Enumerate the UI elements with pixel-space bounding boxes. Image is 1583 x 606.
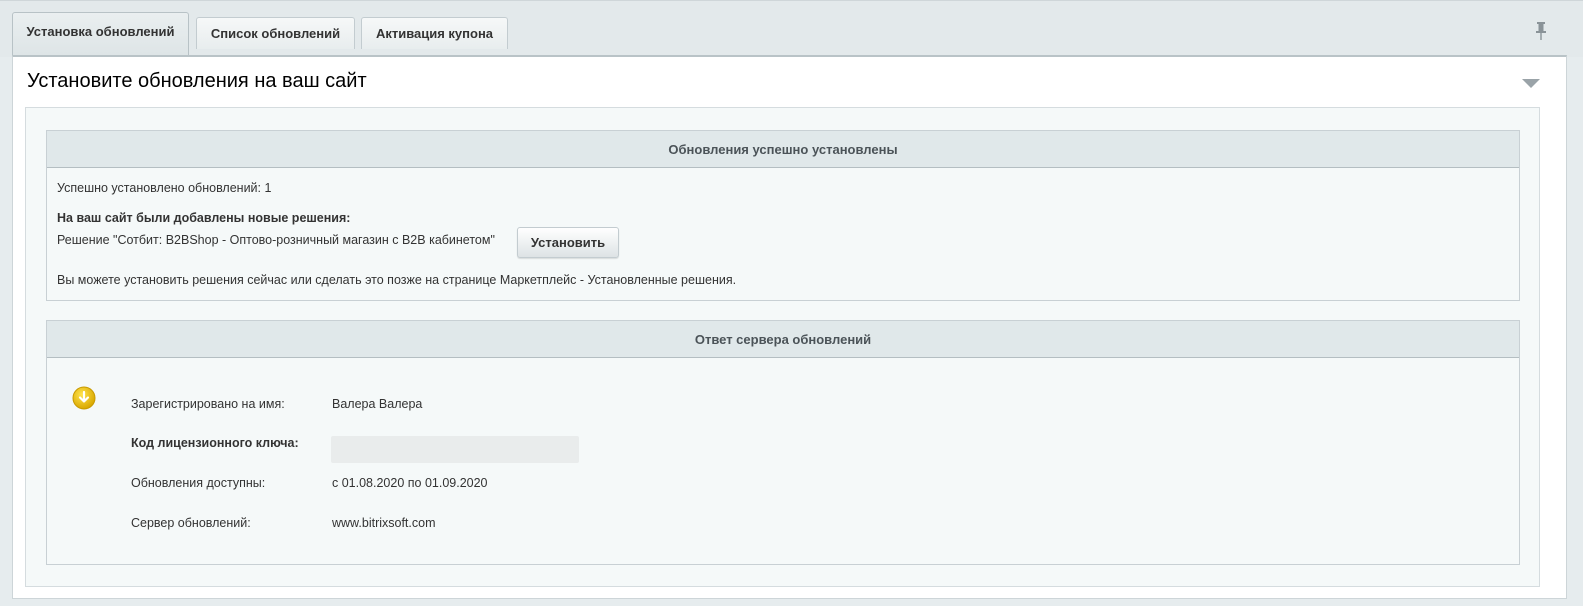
server-box-header: Ответ сервера обновлений (47, 321, 1519, 358)
solution-text: Решение "Сотбит: B2BShop - Оптово-рознич… (57, 233, 495, 247)
new-solutions-heading: На ваш сайт были добавлены новые решения… (57, 211, 351, 225)
update-server-value: www.bitrixsoft.com (332, 516, 436, 530)
update-server-label: Сервер обновлений: (131, 516, 251, 530)
collapse-arrow-icon[interactable] (1521, 76, 1541, 90)
install-button[interactable]: Установить (517, 227, 619, 258)
license-key-redacted (331, 436, 579, 463)
server-response-box: Ответ сервера обновлений Зарегистрирован… (46, 320, 1520, 565)
updates-available-label: Обновления доступны: (131, 476, 266, 490)
content-area: Обновления успешно установлены Успешно у… (25, 107, 1540, 587)
download-info-icon (72, 386, 96, 410)
main-panel: Установите обновления на ваш сайт Обновл… (12, 55, 1567, 599)
success-box-header: Обновления успешно установлены (47, 131, 1519, 168)
success-box: Обновления успешно установлены Успешно у… (46, 130, 1520, 301)
updates-available-value: с 01.08.2020 по 01.09.2020 (332, 476, 488, 490)
install-note: Вы можете установить решения сейчас или … (57, 273, 737, 287)
registered-name-label: Зарегистрировано на имя: (131, 397, 285, 411)
registered-name-value: Валера Валера (332, 397, 423, 411)
license-key-label: Код лицензионного ключа: (131, 436, 299, 450)
page-title: Установите обновления на ваш сайт (27, 70, 367, 92)
installed-count-text: Успешно установлено обновлений: 1 (57, 181, 272, 195)
tabs-bar: Установка обновлений Список обновлений А… (0, 0, 1583, 58)
tab-install-updates[interactable]: Установка обновлений (12, 12, 189, 58)
tab-coupon-activation[interactable]: Активация купона (361, 17, 508, 49)
tab-updates-list[interactable]: Список обновлений (196, 17, 355, 49)
pin-icon[interactable] (1534, 21, 1548, 41)
